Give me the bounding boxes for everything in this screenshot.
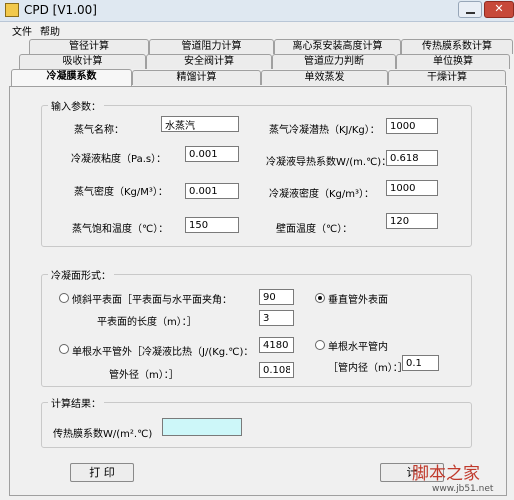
- tab-distillation[interactable]: 精馏计算: [132, 70, 261, 85]
- vapor-density-label: 蒸气密度（Kg/M³）：: [74, 187, 168, 198]
- liquid-density-input[interactable]: [386, 180, 438, 196]
- horizontal-tube-outside-label: 单根水平管外［冷凝液比热（J/(Kg.℃)：: [72, 347, 254, 358]
- latent-heat-label: 蒸气冷凝潜热（KJ/Kg）：: [269, 125, 380, 136]
- tab-absorption[interactable]: 吸收计算: [19, 54, 146, 69]
- vertical-tube-radio[interactable]: [315, 293, 325, 303]
- title-bar: CPD [V1.00] ✕: [0, 0, 514, 22]
- print-button[interactable]: 打 印: [70, 463, 134, 482]
- saturation-temp-input[interactable]: [185, 217, 239, 233]
- horizontal-tube-inside-label: 单根水平管内: [328, 342, 388, 353]
- liquid-density-label: 冷凝液密度（Kg/m³）：: [269, 189, 375, 200]
- tab-safety-valve[interactable]: 安全阀计算: [146, 54, 272, 69]
- results-legend: 计算结果：: [51, 399, 101, 410]
- window-title: CPD [V1.00]: [24, 3, 97, 17]
- viscosity-label: 冷凝液粘度（Pa.s）：: [71, 154, 167, 165]
- specific-heat-input[interactable]: [259, 337, 294, 353]
- plate-length-input[interactable]: [259, 310, 294, 326]
- tab-unit-conversion[interactable]: 单位换算: [396, 54, 510, 69]
- viscosity-input[interactable]: [185, 146, 239, 162]
- inclined-surface-label: 倾斜平表面［平表面与水平面夹角：: [72, 295, 232, 306]
- vertical-tube-label: 垂直管外表面: [328, 295, 388, 306]
- film-coefficient-label: 传热膜系数W/(m².℃): [53, 429, 153, 440]
- menu-bar: 文件 帮助: [0, 22, 514, 38]
- surface-type-legend: 冷凝面形式：: [51, 271, 111, 282]
- tab-pipe-stress[interactable]: 管道应力判断: [272, 54, 396, 69]
- tab-condensation[interactable]: 冷凝膜系数: [11, 69, 132, 86]
- inclined-surface-radio[interactable]: [59, 293, 69, 303]
- close-icon: ✕: [494, 2, 504, 15]
- conductivity-input[interactable]: [386, 150, 438, 166]
- tab-drying[interactable]: 干燥计算: [388, 70, 506, 85]
- tab-heat-transfer[interactable]: 传热膜系数计算: [401, 39, 513, 54]
- saturation-temp-label: 蒸气饱和温度（℃）：: [72, 224, 169, 235]
- results-group: 计算结果：: [41, 395, 472, 448]
- vapor-name-label: 蒸气名称：: [74, 125, 124, 136]
- tab-pipe-resistance[interactable]: 管道阻力计算: [149, 39, 274, 54]
- wall-temp-label: 壁面温度（℃）：: [276, 224, 353, 235]
- horizontal-tube-outside-radio[interactable]: [59, 344, 69, 354]
- watermark-logo: 脚本之家: [412, 464, 480, 484]
- inclination-angle-input[interactable]: [259, 289, 294, 305]
- tab-pipe-diameter[interactable]: 管径计算: [29, 39, 149, 54]
- tab-pump-height[interactable]: 离心泵安装高度计算: [274, 39, 401, 54]
- plate-length-label: 平表面的长度（m）：］: [97, 317, 197, 328]
- condensation-panel: 输入参数： 蒸气名称： 蒸气冷凝潜热（KJ/Kg）： 冷凝液粘度（Pa.s）： …: [9, 86, 507, 496]
- input-parameters-legend: 输入参数：: [51, 102, 101, 113]
- vapor-density-input[interactable]: [185, 183, 239, 199]
- outer-diameter-label: 管外径（m）：］: [109, 370, 179, 381]
- wall-temp-input[interactable]: [386, 213, 438, 229]
- inner-diameter-label: ［管内径（m）：］: [328, 363, 408, 374]
- film-coefficient-output[interactable]: [162, 418, 242, 436]
- app-icon: [5, 3, 19, 17]
- watermark-url: www.jb51.net: [432, 484, 494, 494]
- close-button[interactable]: ✕: [484, 1, 514, 18]
- outer-diameter-input[interactable]: [259, 362, 294, 378]
- inner-diameter-input[interactable]: [402, 355, 439, 371]
- horizontal-tube-inside-radio[interactable]: [315, 340, 325, 350]
- tab-single-effect-evaporation[interactable]: 单效蒸发: [261, 70, 388, 85]
- minimize-button[interactable]: [458, 1, 482, 18]
- latent-heat-input[interactable]: [386, 118, 438, 134]
- minimize-icon: [466, 12, 475, 14]
- conductivity-label: 冷凝液导热系数W/(m.℃)：: [266, 157, 392, 168]
- vapor-name-input[interactable]: [161, 116, 239, 132]
